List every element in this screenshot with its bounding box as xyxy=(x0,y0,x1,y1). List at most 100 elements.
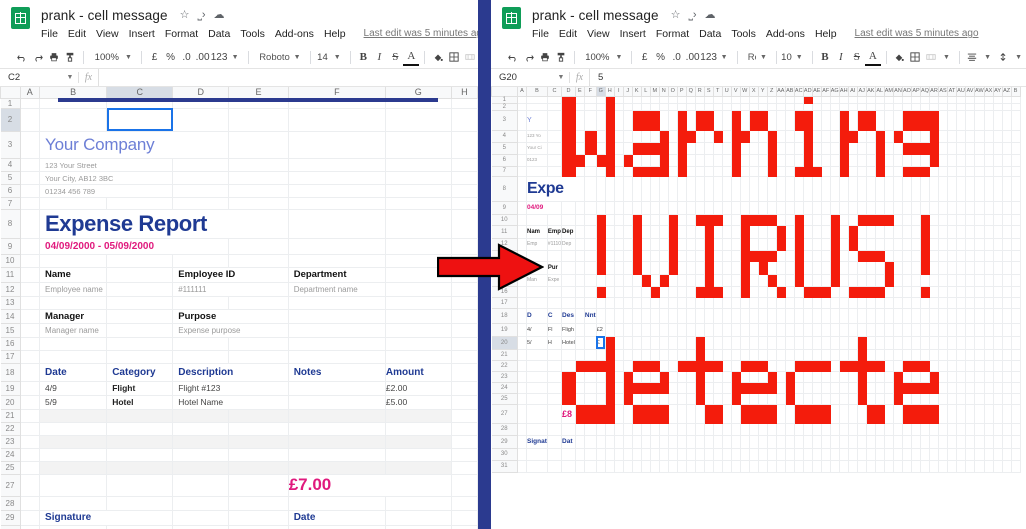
cell-G7[interactable] xyxy=(596,166,606,177)
cell-D5[interactable] xyxy=(561,142,576,155)
cell-AO3[interactable] xyxy=(902,110,912,131)
cell-AK18[interactable] xyxy=(866,308,876,324)
cell-H20[interactable] xyxy=(451,395,478,410)
cell-C22[interactable] xyxy=(106,422,174,436)
cell-AR19[interactable] xyxy=(929,323,939,337)
cell-G21[interactable] xyxy=(596,349,606,361)
cell-A27[interactable] xyxy=(20,474,41,497)
cell-Z13[interactable] xyxy=(767,250,777,262)
cell-X5[interactable] xyxy=(749,142,759,155)
cell-AU5[interactable] xyxy=(956,142,966,155)
cell-D24[interactable] xyxy=(561,382,576,394)
cell-AC28[interactable] xyxy=(794,423,804,436)
cell-AC7[interactable] xyxy=(794,166,804,177)
cell-AJ5[interactable] xyxy=(857,142,867,155)
cell-E22[interactable] xyxy=(575,360,585,372)
cell-C19[interactable]: Flight xyxy=(106,381,174,396)
cell-Z17[interactable] xyxy=(767,297,777,309)
cell-I9[interactable] xyxy=(614,201,624,215)
cell-I11[interactable] xyxy=(614,225,624,239)
cell-F23[interactable] xyxy=(288,435,386,449)
cell-A22[interactable] xyxy=(517,360,527,372)
cell-B27[interactable] xyxy=(526,404,548,424)
cell-AO28[interactable] xyxy=(902,423,912,436)
cell-AK31[interactable] xyxy=(866,460,876,473)
cell-Q28[interactable] xyxy=(686,423,696,436)
cell-AW27[interactable] xyxy=(974,404,985,424)
cell-Z21[interactable] xyxy=(767,349,777,361)
cell-F24[interactable] xyxy=(288,448,386,462)
cell-E1[interactable] xyxy=(575,96,585,104)
cell-AF24[interactable] xyxy=(821,382,831,394)
cell-AF22[interactable] xyxy=(821,360,831,372)
cell-X3[interactable] xyxy=(749,110,759,131)
cell-F6[interactable] xyxy=(288,184,386,198)
cell-O22[interactable] xyxy=(668,360,678,372)
cell-AX14[interactable] xyxy=(984,261,994,275)
row-header-22[interactable]: 22 xyxy=(0,421,21,436)
cell-J12[interactable] xyxy=(623,238,633,251)
cell-A2[interactable] xyxy=(517,103,527,111)
cell-AO30[interactable] xyxy=(902,448,912,461)
cell-M29[interactable] xyxy=(650,435,660,449)
cell-AH4[interactable] xyxy=(839,130,849,143)
cell-N21[interactable] xyxy=(659,349,669,361)
font-size-chevron-down-icon[interactable]: ▼ xyxy=(330,54,345,61)
cell-AL30[interactable] xyxy=(875,448,885,461)
row-header-30[interactable]: 30 xyxy=(0,524,21,529)
cell-H24[interactable] xyxy=(451,448,478,462)
cell-AU23[interactable] xyxy=(956,371,966,383)
cell-J10[interactable] xyxy=(623,214,633,226)
cell-E30[interactable] xyxy=(575,448,585,461)
cell-AH31[interactable] xyxy=(839,460,849,473)
cell-AF2[interactable] xyxy=(821,103,831,111)
cell-Y20[interactable] xyxy=(758,336,768,350)
cell-V9[interactable] xyxy=(731,201,741,215)
cell-W2[interactable] xyxy=(740,103,750,111)
cell-Y1[interactable] xyxy=(758,96,768,104)
cell-A18[interactable] xyxy=(517,308,527,324)
cell-O13[interactable] xyxy=(668,250,678,262)
cell-Y3[interactable] xyxy=(758,110,768,131)
cell-AT17[interactable] xyxy=(947,297,957,309)
cell-AQ11[interactable] xyxy=(920,225,930,239)
cell-X19[interactable] xyxy=(749,323,759,337)
cell-H28[interactable] xyxy=(451,496,478,511)
cell-AD5[interactable] xyxy=(803,142,813,155)
cell-E5[interactable] xyxy=(575,142,585,155)
cell-R10[interactable] xyxy=(695,214,705,226)
cell-M9[interactable] xyxy=(650,201,660,215)
cell-V25[interactable] xyxy=(731,393,741,405)
cell-W10[interactable] xyxy=(740,214,750,226)
cell-AT5[interactable] xyxy=(947,142,957,155)
column-header-af[interactable]: AF xyxy=(820,87,831,97)
cell-D23[interactable] xyxy=(172,435,230,449)
cell-AM4[interactable] xyxy=(884,130,894,143)
menu-tools[interactable]: Tools xyxy=(240,28,271,40)
cell-AO5[interactable] xyxy=(902,142,912,155)
cell-R4[interactable] xyxy=(695,130,705,143)
cell-AZ12[interactable] xyxy=(1002,238,1012,251)
cell-O4[interactable] xyxy=(668,130,678,143)
cell-AB28[interactable] xyxy=(785,423,795,436)
cell-AA9[interactable] xyxy=(776,201,786,215)
cell-H14[interactable] xyxy=(605,261,615,275)
cell-S29[interactable] xyxy=(704,435,714,449)
cell-D10[interactable] xyxy=(172,254,230,268)
cell-B7[interactable] xyxy=(526,166,548,177)
cell-AI2[interactable] xyxy=(848,103,858,111)
cell-AY14[interactable] xyxy=(993,261,1003,275)
cell-P1[interactable] xyxy=(677,96,687,104)
cell-U14[interactable] xyxy=(722,261,732,275)
cell-Y6[interactable] xyxy=(758,154,768,167)
cell-A19[interactable] xyxy=(517,323,527,337)
cell-L17[interactable] xyxy=(641,297,651,309)
cell-X31[interactable] xyxy=(749,460,759,473)
cell-AA15[interactable] xyxy=(776,274,786,287)
cell-L24[interactable] xyxy=(641,382,651,394)
cell-AK21[interactable] xyxy=(866,349,876,361)
cell-H23[interactable] xyxy=(605,371,615,383)
cell-AP16[interactable] xyxy=(911,286,921,298)
cell-M18[interactable] xyxy=(650,308,660,324)
cell-B24[interactable] xyxy=(526,382,548,394)
